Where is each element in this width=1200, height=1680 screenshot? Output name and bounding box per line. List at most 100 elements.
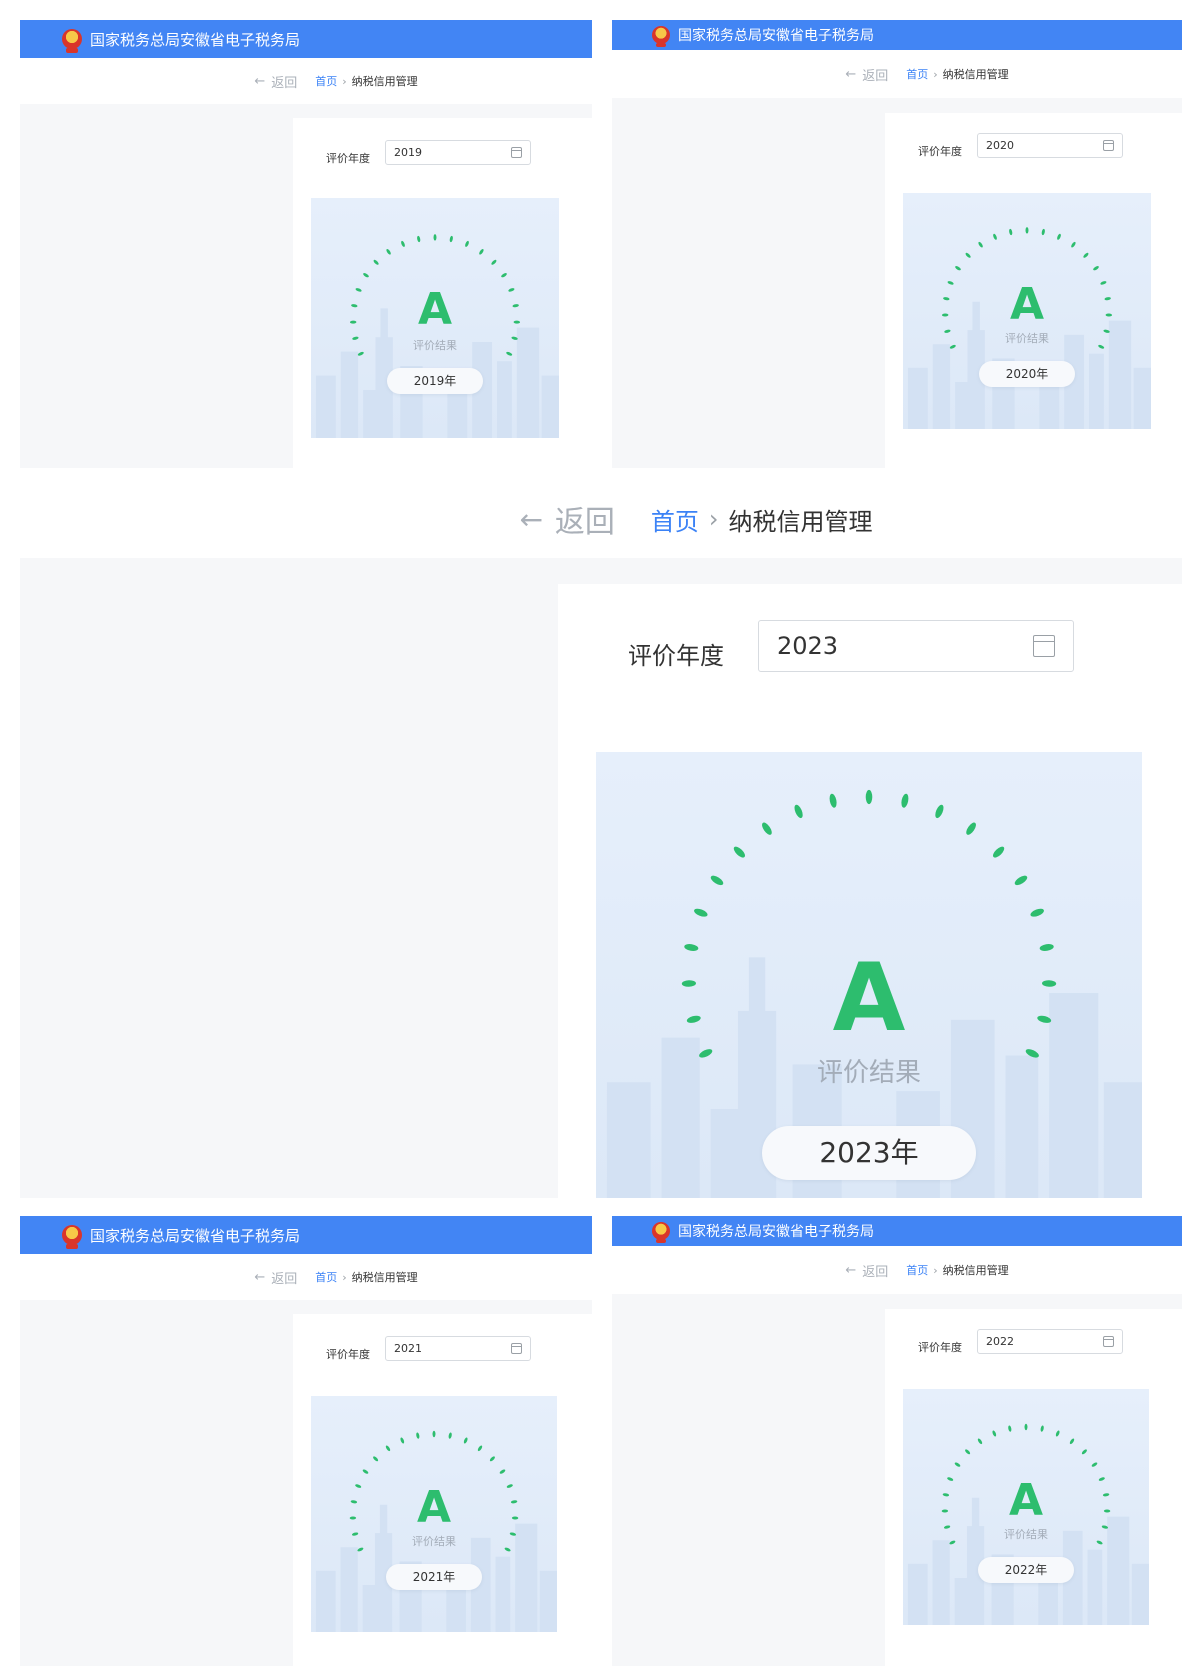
arrow-left-icon: ← bbox=[254, 1269, 266, 1285]
app-title: 国家税务总局安徽省电子税务局 bbox=[90, 30, 301, 49]
breadcrumb-current: 纳税信用管理 bbox=[728, 507, 873, 536]
arc-dot bbox=[489, 1456, 495, 1462]
arc-dot bbox=[762, 822, 772, 835]
arc-dot bbox=[1071, 241, 1076, 248]
breadcrumb-current: 纳税信用管理 bbox=[942, 1264, 1009, 1277]
arc-dot bbox=[463, 1437, 468, 1444]
screenshot-panel-2021: 国家税务总局安徽省电子税务局 ← 返回 首页 › 纳税信用管理 评价年度 202… bbox=[20, 1216, 592, 1666]
arc-dot bbox=[829, 793, 837, 808]
arc-dot bbox=[794, 804, 803, 819]
credit-result-card: A 评价结果 2022年 bbox=[903, 1389, 1149, 1625]
calendar-icon[interactable] bbox=[1103, 140, 1114, 151]
year-picker[interactable]: 2022 bbox=[977, 1329, 1123, 1354]
arc-dot bbox=[1039, 944, 1054, 951]
arc-dot bbox=[1014, 875, 1028, 886]
year-picker[interactable]: 2023 bbox=[758, 620, 1074, 672]
arc-dot bbox=[965, 252, 971, 258]
year-value: 2020 bbox=[986, 139, 1014, 152]
year-picker[interactable]: 2019 bbox=[385, 140, 531, 165]
arc-dot bbox=[357, 351, 364, 356]
back-button[interactable]: ← 返回 bbox=[254, 1268, 297, 1287]
tax-emblem-icon bbox=[652, 26, 670, 48]
breadcrumb-home-link[interactable]: 首页 bbox=[906, 66, 928, 82]
breadcrumb-home-link[interactable]: 首页 bbox=[315, 73, 337, 89]
breadcrumb-home-link[interactable]: 首页 bbox=[651, 502, 699, 537]
result-year-pill: 2022年 bbox=[978, 1557, 1074, 1583]
arc-dot bbox=[363, 273, 369, 278]
arc-dot bbox=[432, 1430, 436, 1438]
breadcrumb: ← 返回 首页 › 纳税信用管理 bbox=[612, 50, 1182, 98]
calendar-icon[interactable] bbox=[1033, 635, 1055, 657]
back-button[interactable]: ← 返回 bbox=[845, 65, 888, 84]
arc-dot bbox=[373, 1456, 379, 1462]
back-label: 返回 bbox=[554, 505, 615, 540]
year-picker[interactable]: 2021 bbox=[385, 1336, 531, 1361]
arc-dot bbox=[694, 908, 708, 917]
result-caption: 评价结果 bbox=[1004, 1528, 1048, 1541]
year-picker[interactable]: 2020 bbox=[977, 133, 1123, 158]
arc-dot bbox=[1030, 908, 1044, 917]
arc-dot bbox=[373, 259, 379, 265]
arc-dot bbox=[865, 789, 873, 805]
breadcrumb-home-link[interactable]: 首页 bbox=[315, 1269, 337, 1285]
arc-dot bbox=[501, 273, 507, 278]
back-button[interactable]: ← 返回 bbox=[519, 497, 614, 541]
screenshot-panel-2023: ← 返回 首页 › 纳税信用管理 评价年度 2023 A 评价结果 2023年 bbox=[20, 480, 1182, 1198]
arc-dot bbox=[901, 793, 909, 808]
arc-dot bbox=[1008, 1425, 1012, 1432]
arc-dot bbox=[1091, 1462, 1098, 1467]
arc-dot bbox=[1083, 252, 1089, 258]
arc-dot bbox=[433, 234, 437, 241]
breadcrumb: ← 返回 首页 › 纳税信用管理 bbox=[20, 58, 592, 104]
arc-dot bbox=[978, 241, 983, 248]
year-label: 评价年度 bbox=[326, 152, 370, 165]
credit-grade: A bbox=[417, 284, 453, 335]
credit-result-card: A 评价结果 2019年 bbox=[311, 198, 559, 438]
main-content: 评价年度 2022 A 评价结果 2022年 bbox=[885, 1309, 1182, 1666]
arc-dot bbox=[386, 249, 391, 255]
arrow-left-icon: ← bbox=[845, 66, 857, 82]
result-caption: 评价结果 bbox=[816, 1058, 921, 1088]
main-content: 评价年度 2021 A 评价结果 2021年 bbox=[293, 1314, 592, 1666]
breadcrumb-home-link[interactable]: 首页 bbox=[906, 1262, 928, 1278]
credit-result-card: A 评价结果 2023年 bbox=[596, 752, 1142, 1198]
arc-dot bbox=[1024, 1423, 1028, 1431]
arc-dot bbox=[949, 344, 956, 349]
breadcrumb-current: 纳税信用管理 bbox=[351, 75, 418, 88]
arc-dot bbox=[506, 351, 513, 356]
arc-dot bbox=[448, 1432, 452, 1439]
breadcrumb: ← 返回 首页 › 纳税信用管理 bbox=[20, 1254, 592, 1300]
arc-dot bbox=[449, 235, 453, 243]
arc-dot bbox=[993, 233, 997, 240]
arc-dot bbox=[1040, 1425, 1044, 1432]
calendar-icon[interactable] bbox=[511, 147, 522, 158]
main-content: 评价年度 2023 A 评价结果 2023年 bbox=[558, 584, 1182, 1198]
header-bar: 国家税务总局安徽省电子税务局 bbox=[612, 20, 1182, 50]
arc-dot bbox=[966, 822, 976, 835]
year-label: 评价年度 bbox=[918, 1341, 962, 1354]
credit-grade: A bbox=[832, 944, 906, 1053]
breadcrumb-separator: › bbox=[933, 67, 938, 81]
year-value: 2019 bbox=[394, 146, 422, 159]
arc-dot bbox=[993, 846, 1005, 858]
calendar-icon[interactable] bbox=[1103, 1336, 1114, 1347]
credit-grade: A bbox=[1008, 1475, 1044, 1526]
back-label: 返回 bbox=[862, 1264, 889, 1280]
arc-dot bbox=[955, 266, 961, 271]
arc-dot bbox=[1009, 228, 1013, 236]
calendar-icon[interactable] bbox=[511, 1343, 522, 1354]
result-caption: 评价结果 bbox=[412, 1535, 456, 1548]
tax-emblem-icon bbox=[62, 1225, 82, 1249]
arc-dot bbox=[684, 944, 699, 951]
arc-dot bbox=[1093, 266, 1099, 271]
breadcrumb-separator: › bbox=[933, 1263, 938, 1277]
arrow-left-icon: ← bbox=[845, 1262, 857, 1278]
arc-dot bbox=[357, 1547, 364, 1552]
app-title: 国家税务总局安徽省电子税务局 bbox=[678, 1224, 874, 1240]
credit-grade: A bbox=[1009, 279, 1045, 330]
back-button[interactable]: ← 返回 bbox=[845, 1261, 888, 1280]
arc-dot bbox=[465, 240, 469, 247]
arc-dot bbox=[477, 1445, 483, 1452]
year-label: 评价年度 bbox=[326, 1348, 370, 1361]
back-button[interactable]: ← 返回 bbox=[254, 72, 297, 91]
